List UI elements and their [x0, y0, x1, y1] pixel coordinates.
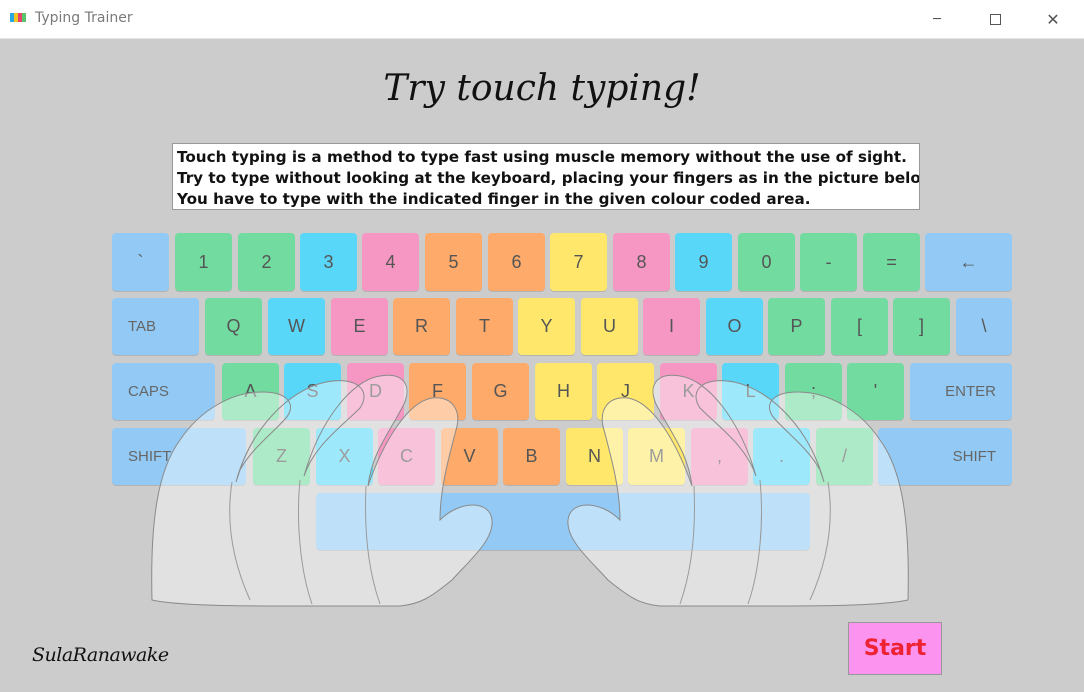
key-q: Q: [205, 298, 262, 355]
key-sym-3-9: .: [753, 428, 810, 485]
key-b: B: [503, 428, 560, 485]
key-x: X: [316, 428, 373, 485]
key-y: Y: [518, 298, 575, 355]
key-u: U: [581, 298, 638, 355]
key-n: N: [566, 428, 623, 485]
title-bar: Typing Trainer ─ ✕: [0, 0, 1084, 39]
key-f: F: [409, 363, 466, 420]
key-shift: SHIFT: [112, 428, 246, 485]
key-sym-3-10: /: [816, 428, 873, 485]
key-l: L: [722, 363, 779, 420]
start-button[interactable]: Start: [848, 622, 942, 675]
key-j: J: [597, 363, 654, 420]
key-h: H: [535, 363, 592, 420]
key-8: 8: [613, 233, 670, 291]
maximize-icon: [989, 13, 1001, 25]
minimize-icon: ─: [933, 11, 941, 27]
window-title: Typing Trainer: [35, 10, 133, 26]
key-sym-0-0: `: [112, 233, 169, 291]
key-v: V: [441, 428, 498, 485]
key-i: I: [643, 298, 700, 355]
intro-line: Try to type without looking at the keybo…: [177, 169, 920, 187]
key-r: R: [393, 298, 450, 355]
key-7: 7: [550, 233, 607, 291]
key-t: T: [456, 298, 513, 355]
key-o: O: [706, 298, 763, 355]
key-e: E: [331, 298, 388, 355]
app-icon: [10, 13, 28, 22]
key-k: K: [660, 363, 717, 420]
key-1: 1: [175, 233, 232, 291]
key-shift: SHIFT: [878, 428, 1012, 485]
close-button[interactable]: ✕: [1024, 0, 1082, 38]
key-sym-0-13: ←: [925, 233, 1012, 291]
key-a: A: [222, 363, 279, 420]
author-signature: SulaRanawake: [32, 644, 169, 666]
key-c: C: [378, 428, 435, 485]
key-sym-1-11: [: [831, 298, 888, 355]
key-0: 0: [738, 233, 795, 291]
key-6: 6: [488, 233, 545, 291]
intro-line: Touch typing is a method to type fast us…: [177, 148, 907, 166]
key-sym-2-10: ;: [785, 363, 842, 420]
key-sym-0-11: -: [800, 233, 857, 291]
key-enter: ENTER: [910, 363, 1012, 420]
key-m: M: [628, 428, 685, 485]
key-4: 4: [362, 233, 419, 291]
key-sym-1-12: ]: [893, 298, 950, 355]
key-w: W: [268, 298, 325, 355]
key-tab: TAB: [112, 298, 199, 355]
key-space: [316, 493, 810, 550]
page-title: Try touch typing!: [383, 68, 701, 109]
intro-text-box: Touch typing is a method to type fast us…: [172, 143, 920, 210]
intro-line: You have to type with the indicated fing…: [177, 190, 811, 208]
key-g: G: [472, 363, 529, 420]
key-sym-3-8: ,: [691, 428, 748, 485]
minimize-button[interactable]: ─: [908, 0, 966, 38]
key-9: 9: [675, 233, 732, 291]
close-icon: ✕: [1046, 9, 1060, 29]
key-s: S: [284, 363, 341, 420]
key-sym-1-13: \: [956, 298, 1012, 355]
key-2: 2: [238, 233, 295, 291]
key-sym-0-12: =: [863, 233, 920, 291]
key-5: 5: [425, 233, 482, 291]
key-sym-2-11: ': [847, 363, 904, 420]
key-z: Z: [253, 428, 310, 485]
maximize-button[interactable]: [966, 0, 1024, 38]
key-caps: CAPS: [112, 363, 215, 420]
key-3: 3: [300, 233, 357, 291]
key-d: D: [347, 363, 404, 420]
key-p: P: [768, 298, 825, 355]
